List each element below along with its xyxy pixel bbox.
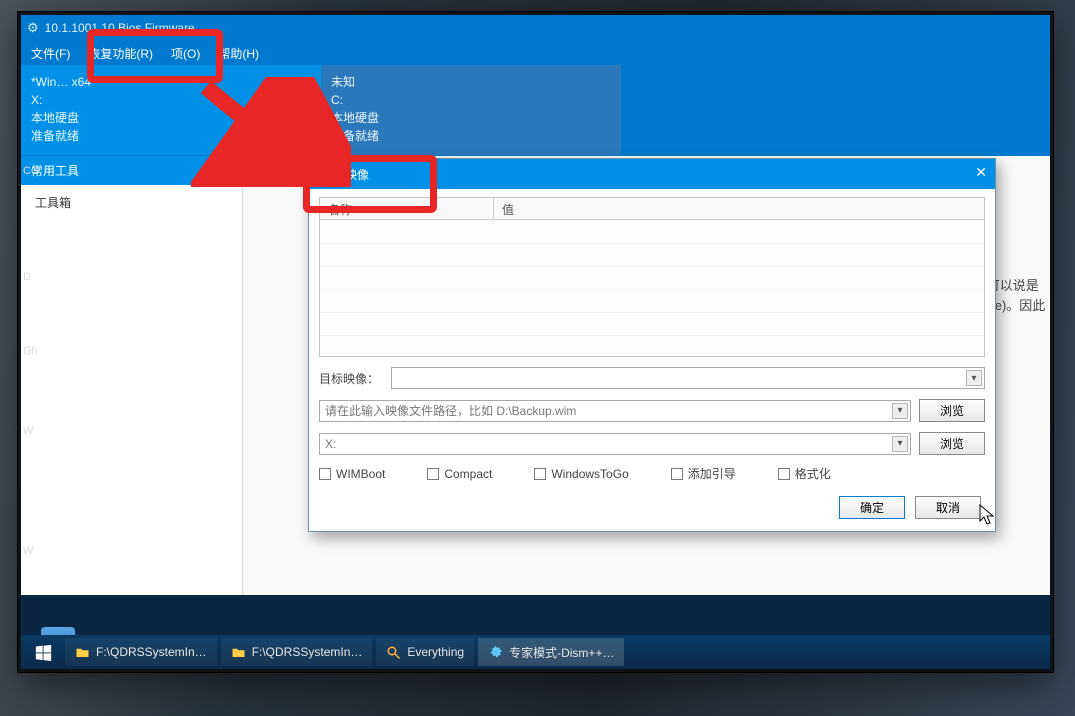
taskbar-item-explorer-1[interactable]: F:\QDRSSystemIn… [65, 638, 217, 666]
sidebar: 常用工具 工具箱 [21, 156, 243, 595]
taskbar-item-2-label: F:\QDRSSystemIn… [252, 645, 363, 659]
chk-addboot-label: 添加引导 [688, 465, 736, 482]
browse-drive-button[interactable]: 浏览 [919, 432, 985, 455]
folder-icon [231, 645, 246, 660]
taskbar: F:\QDRSSystemIn… F:\QDRSSystemIn… Everyt… [21, 635, 1050, 669]
browse-image-button[interactable]: 浏览 [919, 399, 985, 422]
image-path-input[interactable]: 请在此输入映像文件路径，比如 D:\Backup.wim ▾ [319, 400, 911, 422]
chevron-down-icon[interactable]: ▾ [966, 370, 982, 386]
menu-recover[interactable]: 恢复功能(R) [88, 45, 153, 62]
session-x-line2: X: [31, 91, 311, 109]
ok-button[interactable]: 确定 [839, 496, 905, 519]
session-x-line3: 本地硬盘 [31, 109, 311, 127]
close-icon[interactable]: ✕ [947, 164, 987, 184]
dialog-title: 释放映像 [321, 166, 369, 183]
row-path: 请在此输入映像文件路径，比如 D:\Backup.wim ▾ 浏览 [319, 399, 985, 422]
chevron-down-icon[interactable]: ▾ [892, 436, 908, 452]
chk-wimboot[interactable]: WIMBoot [319, 465, 385, 482]
checkbox-icon [534, 468, 546, 480]
session-x-line4: 准备就绪 [31, 127, 311, 145]
label-target: 目标映像： [319, 370, 383, 387]
target-drive-input[interactable]: X: ▾ [319, 433, 911, 455]
dialog-titlebar[interactable]: 释放映像 ✕ [309, 159, 995, 189]
checkbox-icon [671, 468, 683, 480]
image-list-grid[interactable]: 名称 值 [319, 197, 985, 357]
desktop-fragment-gh: Gh [23, 345, 38, 357]
dialog-body: 名称 值 目标映像： ▾ 请在此输入映像文件路径，比如 D:\Backup.wi… [309, 189, 995, 531]
session-card-c[interactable]: 未知 C: 本地硬盘 准备就绪 [321, 65, 621, 155]
session-c-line2: C: [331, 91, 611, 109]
session-x-line1: *Win… x64 [31, 73, 311, 91]
desktop-fragment-w2: W [23, 545, 33, 557]
dialog-footer: 确定 取消 [319, 496, 985, 519]
chk-windowstogo[interactable]: WindowsToGo [534, 465, 628, 482]
taskbar-item-explorer-2[interactable]: F:\QDRSSystemIn… [221, 638, 373, 666]
session-card-x[interactable]: *Win… x64 X: 本地硬盘 准备就绪 [21, 65, 321, 155]
row-drive: X: ▾ 浏览 [319, 432, 985, 455]
taskbar-item-3-label: Everything [407, 645, 464, 659]
checkbox-icon [319, 468, 331, 480]
menu-help[interactable]: 帮助(H) [218, 45, 259, 62]
checkbox-icon [778, 468, 790, 480]
chevron-down-icon[interactable]: ▾ [892, 403, 908, 419]
chk-format[interactable]: 格式化 [778, 465, 831, 482]
titlebar[interactable]: ⚙ 10.1.1001.10 Bios Firmware [21, 15, 1053, 41]
taskbar-item-4-label: 专家模式-Dism++… [509, 644, 614, 661]
sidebar-tab-common[interactable]: 常用工具 [21, 156, 242, 185]
chk-wtg-label: WindowsToGo [551, 467, 628, 481]
session-c-line1: 未知 [331, 73, 611, 91]
windows-icon [35, 644, 52, 661]
desktop-fragment-d: D [23, 271, 31, 283]
folder-icon [75, 645, 90, 660]
monitor-viewport: CG D Gh W W ⚙ 10.1.1001.10 Bios Firmware… [18, 12, 1053, 672]
desktop-fragment-w1: W [23, 425, 33, 437]
taskbar-item-everything[interactable]: Everything [376, 638, 474, 666]
menubar: 文件(F) 恢复功能(R) 项(O) 帮助(H) [21, 41, 1053, 65]
chk-addboot[interactable]: 添加引导 [671, 465, 736, 482]
grid-header: 名称 值 [320, 198, 984, 220]
target-combo[interactable]: ▾ [391, 367, 985, 389]
desktop-fragment-cg: CG [23, 165, 40, 177]
cancel-button[interactable]: 取消 [915, 496, 981, 519]
menu-file[interactable]: 文件(F) [31, 45, 70, 62]
app-icon: ⚙ [27, 20, 39, 36]
chk-format-label: 格式化 [795, 465, 831, 482]
taskbar-item-1-label: F:\QDRSSystemIn… [96, 645, 207, 659]
sidebar-item-toolbox[interactable]: 工具箱 [21, 185, 242, 220]
menu-options[interactable]: 项(O) [171, 45, 200, 62]
session-c-line4: 准备就绪 [331, 127, 611, 145]
checkbox-icon [427, 468, 439, 480]
chk-compact[interactable]: Compact [427, 465, 492, 482]
gear-icon [488, 645, 503, 660]
col-value[interactable]: 值 [494, 198, 984, 219]
start-button[interactable] [25, 638, 61, 666]
row-target: 目标映像： ▾ [319, 367, 985, 389]
session-strip: *Win… x64 X: 本地硬盘 准备就绪 未知 C: 本地硬盘 准备就绪 [21, 65, 1053, 155]
search-icon [386, 645, 401, 660]
col-name[interactable]: 名称 [320, 198, 494, 219]
chk-compact-label: Compact [444, 467, 492, 481]
release-image-dialog: 释放映像 ✕ 名称 值 目标映像： ▾ 请在此输入映像文件路径，比如 D:\Ba… [308, 158, 996, 532]
taskbar-item-dism[interactable]: 专家模式-Dism++… [478, 638, 624, 666]
session-c-line3: 本地硬盘 [331, 109, 611, 127]
chk-wimboot-label: WIMBoot [336, 467, 385, 481]
checkbox-row: WIMBoot Compact WindowsToGo 添加引导 格式化 [319, 465, 985, 482]
title-text: 10.1.1001.10 Bios Firmware [45, 21, 195, 35]
